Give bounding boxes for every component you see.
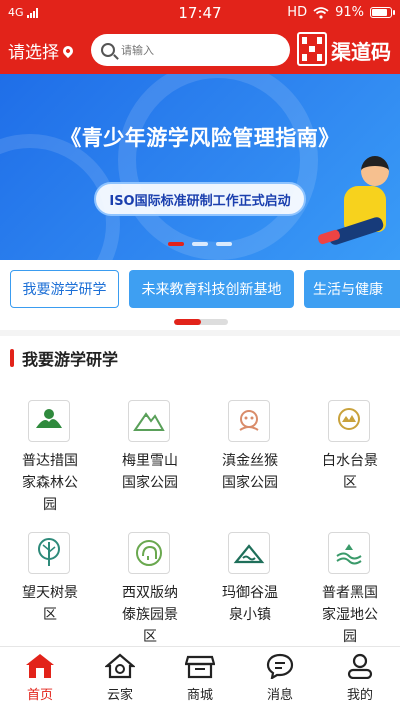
section-title: 我要游学研学 [22,350,119,369]
terrace-logo [328,400,370,442]
monkey-logo [228,400,270,442]
qr-code-icon[interactable] [297,32,327,66]
store-icon [184,653,216,679]
location-label: 请选择 [8,43,59,63]
location-selector[interactable]: 请选择 [8,38,76,63]
search-input[interactable] [121,43,271,57]
pagination-dot[interactable] [192,242,208,246]
hd-label: HD [287,5,308,20]
venue-name: 西双版纳傣族园景区 [122,585,178,645]
tree-hills-logo [28,400,70,442]
category-tabs: 我要游学研学 未来教育科技创新基地 生活与健康 [0,260,400,330]
runner-illustration-head [361,156,389,186]
venue-name: 白水台景区 [322,453,378,491]
banner-title: 《青少年游学风险管理指南》 [60,126,340,150]
pagination-dot[interactable] [168,242,184,246]
search-box[interactable] [91,34,290,66]
app-header: 请选择 渠道码 [0,30,400,70]
venue-name: 梅里雪山国家公园 [122,453,178,491]
pagination-dot[interactable] [216,242,232,246]
nav-profile[interactable]: 我的 [320,653,400,703]
elephant-logo [128,532,170,574]
nav-home-label: 首页 [26,688,53,703]
tall-tree-logo [28,532,70,574]
nav-messages-label: 消息 [266,688,293,703]
promo-banner[interactable]: 《青少年游学风险管理指南》 ISO国际标准研制工作正式启动 [0,74,400,260]
scroll-thumb [174,319,201,325]
home-icon [25,653,55,679]
banner-pagination [0,242,400,246]
tab-study-tour[interactable]: 我要游学研学 [10,270,119,308]
cloud-home-icon [103,653,137,679]
wifi-icon [313,6,329,19]
tab-life-health[interactable]: 生活与健康 [304,270,400,308]
search-icon [101,43,115,57]
nav-cloud-home[interactable]: 云家 [80,653,160,703]
battery-icon [370,7,395,18]
snow-mountain-logo [128,400,170,442]
nav-store-label: 商城 [186,688,213,703]
venue-name: 普达措国家森林公园 [22,453,78,513]
venue-name: 普者黑国家湿地公园 [322,585,378,645]
wetland-logo [328,532,370,574]
battery-fill [372,9,387,16]
nav-profile-label: 我的 [346,688,373,703]
bottom-nav: 首页 云家 商城 消息 我的 [0,646,400,711]
clock-graphic [118,74,318,260]
study-tour-section: 我要游学研学 普达措国家森林公园 梅里雪山国家公园 滇金丝猴国家公园 白水台景区望天树… [0,336,400,646]
location-pin-icon [60,43,76,58]
battery-percent: 91% [335,5,364,20]
hot-spring-logo [228,532,270,574]
profile-icon [345,653,375,680]
banner-subtitle: ISO国际标准研制工作正式启动 [94,182,306,216]
venue-name: 滇金丝猴国家公园 [222,453,278,491]
channel-code-button[interactable]: 渠道码 [331,36,391,65]
tab-future-education[interactable]: 未来教育科技创新基地 [129,270,294,308]
section-accent-bar [10,349,14,367]
venue-name: 玛御谷温泉小镇 [222,585,278,623]
nav-messages[interactable]: 消息 [240,653,320,703]
top-bar: 4G 17:47 HD 91% 请选择 渠道码 [0,0,400,74]
message-icon [265,653,295,681]
nav-home[interactable]: 首页 [0,653,80,703]
section-header: 我要游学研学 [10,346,118,370]
nav-store[interactable]: 商城 [160,653,240,703]
nav-cloud-home-label: 云家 [106,688,133,703]
status-bar: 4G 17:47 HD 91% [0,0,400,28]
venue-name: 望天树景区 [22,585,78,623]
category-scroll-indicator [174,319,228,325]
